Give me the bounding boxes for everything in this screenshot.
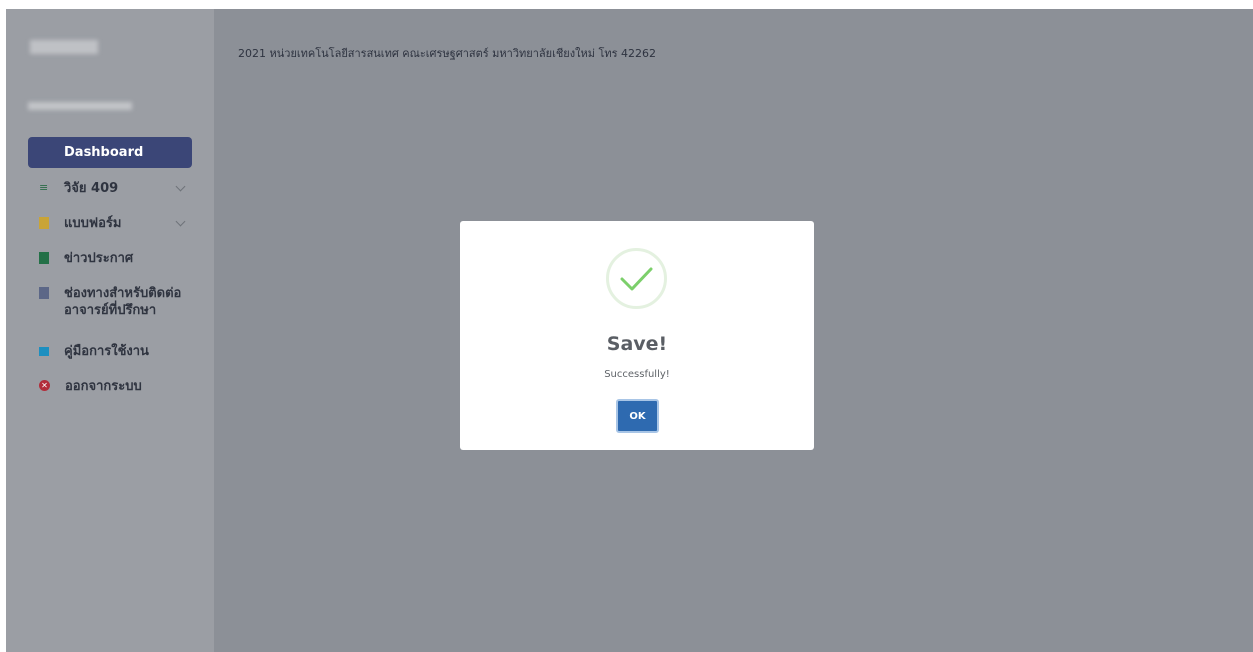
success-dialog: Save! Successfully! OK — [460, 221, 814, 450]
sidebar-item-logout[interactable]: ✕ ออกจากระบบ — [28, 370, 192, 405]
sidebar-menu: Dashboard ≡ วิจัย 409 แบบฟอร์ม ข่าวประกา… — [28, 137, 192, 405]
contact-advisor-icon — [39, 287, 49, 299]
news-icon — [39, 252, 49, 264]
dashboard-grid-icon — [39, 146, 49, 158]
layers-icon: ≡ — [39, 181, 49, 194]
dialog-title: Save! — [606, 333, 668, 355]
sidebar-item-forms[interactable]: แบบฟอร์ม — [28, 207, 192, 242]
sidebar-item-label: Dashboard — [64, 145, 144, 160]
user-name — [28, 102, 132, 110]
app-frame: Dashboard ≡ วิจัย 409 แบบฟอร์ม ข่าวประกา… — [6, 9, 1253, 652]
ok-button[interactable]: OK — [616, 399, 659, 433]
dialog-message: Successfully! — [604, 369, 670, 380]
sidebar-item-label: ช่องทางสำหรับติดต่ออาจารย์ที่ปรึกษา — [64, 286, 182, 318]
footer-text: 2021 หน่วยเทคโนโลยีสารสนเทศ คณะเศรษฐศาสต… — [238, 47, 657, 60]
chevron-down-icon[interactable] — [175, 181, 186, 192]
sidebar-item-research-409[interactable]: ≡ วิจัย 409 — [28, 172, 192, 207]
logo — [30, 40, 98, 54]
form-icon — [39, 217, 49, 229]
sidebar-item-label: ออกจากระบบ — [65, 379, 142, 394]
sidebar-item-contact-advisor[interactable]: ช่องทางสำหรับติดต่ออาจารย์ที่ปรึกษา — [28, 277, 192, 335]
sidebar-item-label: คู่มือการใช้งาน — [64, 344, 149, 359]
sidebar-item-label: แบบฟอร์ม — [64, 216, 122, 231]
main-content: 2021 หน่วยเทคโนโลยีสารสนเทศ คณะเศรษฐศาสต… — [214, 9, 1253, 652]
book-icon — [39, 347, 49, 356]
sidebar: Dashboard ≡ วิจัย 409 แบบฟอร์ม ข่าวประกา… — [6, 9, 214, 652]
logout-icon: ✕ — [39, 380, 50, 391]
sidebar-item-news[interactable]: ข่าวประกาศ — [28, 242, 192, 277]
sidebar-item-manual[interactable]: คู่มือการใช้งาน — [28, 335, 192, 370]
chevron-down-icon[interactable] — [175, 216, 186, 227]
sidebar-item-dashboard[interactable]: Dashboard — [28, 137, 192, 168]
sidebar-item-label: ข่าวประกาศ — [64, 251, 134, 266]
success-check-icon — [606, 248, 667, 309]
sidebar-item-label: วิจัย 409 — [64, 181, 119, 196]
